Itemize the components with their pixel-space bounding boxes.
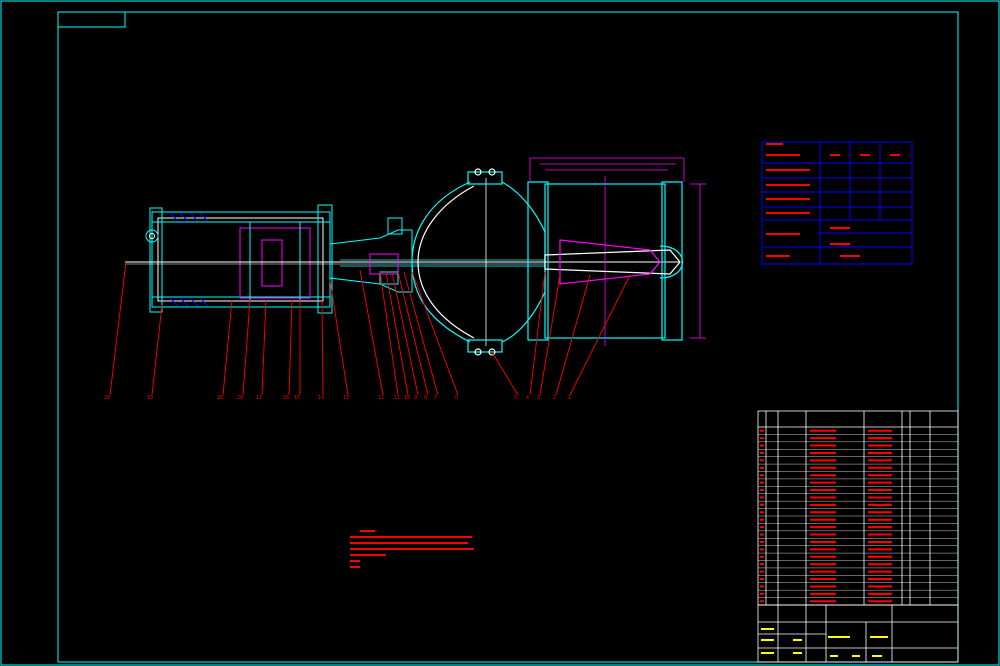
actuator-hatch <box>169 212 209 307</box>
parts-list-table <box>757 410 959 606</box>
cad-drawing-canvas: 20 19 18 28 17 16 15 14 13 12 11 10 9 8 … <box>0 0 1000 666</box>
actuator-cylinder <box>145 204 333 314</box>
balloon-label: 28 <box>237 395 243 401</box>
spec-table <box>761 141 913 265</box>
balloon-label: 10 <box>404 395 410 401</box>
balloon-label: 20 <box>104 395 110 401</box>
balloon-labels: 20 19 18 28 17 16 15 14 13 12 11 10 9 8 … <box>104 395 571 401</box>
piston-rod <box>125 259 680 267</box>
balloon-label: 12 <box>378 395 384 401</box>
balloon-label: 3 <box>537 395 540 401</box>
balloon-label: 17 <box>256 395 262 401</box>
title-block <box>757 604 959 663</box>
balloon-label: 8 <box>424 395 427 401</box>
balloon-label: 7 <box>434 395 437 401</box>
balloon-label: 1 <box>568 395 571 401</box>
balloon-label: 16 <box>283 395 289 401</box>
balloon-label: 4 <box>526 395 529 401</box>
balloon-label: 6 <box>455 395 458 401</box>
title-block-text <box>761 628 888 657</box>
balloon-label: 2 <box>553 395 556 401</box>
yoke-bracket <box>329 217 413 293</box>
balloon-label: 14 <box>318 395 324 401</box>
balloon-label: 5 <box>514 395 517 401</box>
parts-list-rows <box>758 429 958 606</box>
balloon-label: 11 <box>394 395 400 401</box>
drawing-frame <box>0 0 1000 666</box>
pipe-section <box>527 176 684 346</box>
leader-lines <box>109 261 631 396</box>
balloon-label: 18 <box>217 395 223 401</box>
balloon-label: 9 <box>414 395 417 401</box>
balloon-label: 13 <box>343 395 349 401</box>
balloon-label: 15 <box>294 395 300 401</box>
balloon-label: 19 <box>147 395 153 401</box>
technical-notes <box>350 530 474 568</box>
dimension-lines <box>529 157 706 339</box>
